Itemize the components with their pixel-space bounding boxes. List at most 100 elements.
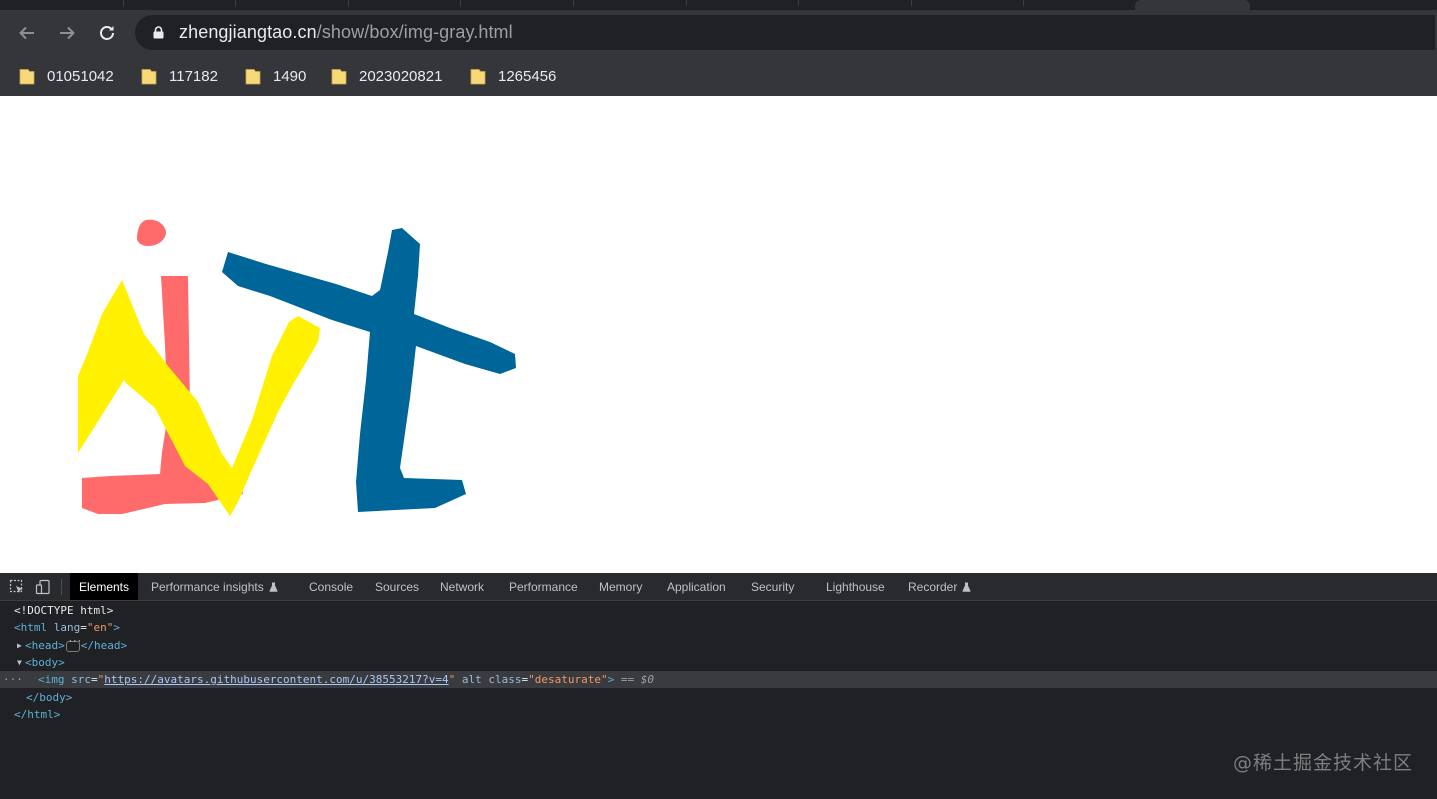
selected-node-marker: == $0 xyxy=(620,673,654,686)
expand-triangle-icon[interactable]: ▶ xyxy=(17,641,25,650)
img-src-attr: src xyxy=(71,673,91,686)
devtools-divider xyxy=(61,579,62,595)
arrow-right-icon xyxy=(60,26,75,40)
tab-label: Recorder xyxy=(908,579,958,594)
img-alt-attr: alt xyxy=(461,673,482,686)
html-close-tag: </html> xyxy=(14,708,61,721)
tab-performance[interactable]: Performance xyxy=(509,573,578,600)
tab-label: Performance xyxy=(509,579,578,594)
active-tab[interactable] xyxy=(1135,0,1250,10)
dom-node-head[interactable]: ▶<head> </head> xyxy=(0,637,1437,654)
tab-label: Sources xyxy=(375,579,420,594)
tab-elements[interactable]: Elements xyxy=(70,573,138,600)
doctype-text: <!DOCTYPE html> xyxy=(14,604,114,617)
html-lang-value: "en" xyxy=(86,621,114,634)
dom-node-body[interactable]: ▼ <body> xyxy=(0,654,1437,671)
address-bar[interactable]: zhengjiangtao.cn/show/box/img-gray.html xyxy=(135,15,1435,50)
tab-separator xyxy=(235,0,236,6)
tab-separator xyxy=(911,0,912,6)
logo-blue-t xyxy=(222,228,516,512)
folder-icon xyxy=(19,68,35,84)
folder-icon xyxy=(470,68,486,84)
collapsed-ellipsis-icon[interactable] xyxy=(65,637,81,652)
img-class-value: "desaturate" xyxy=(528,673,608,686)
tab-separator xyxy=(1023,0,1024,6)
bookmark-label: 117182 xyxy=(169,67,218,85)
head-open-tag: <head> xyxy=(25,639,65,652)
tab-label: Network xyxy=(440,579,485,594)
avatar-logo-image xyxy=(78,219,516,516)
tab-network[interactable]: Network xyxy=(440,573,484,600)
folder-icon xyxy=(141,68,157,84)
folder-icon xyxy=(245,68,261,84)
tab-label: Application xyxy=(667,579,726,594)
tab-separator xyxy=(123,0,124,6)
bookmark-label: 01051042 xyxy=(47,67,114,85)
experiment-flask-icon xyxy=(962,582,971,592)
tab-recorder[interactable]: Recorder xyxy=(908,573,971,600)
tab-application[interactable]: Application xyxy=(667,573,726,600)
tab-security[interactable]: Security xyxy=(751,573,794,600)
tab-label: Memory xyxy=(599,579,643,594)
bookmark-label: 1265456 xyxy=(498,67,557,85)
tab-label: Console xyxy=(309,579,354,594)
tab-separator xyxy=(686,0,687,6)
html-open-tag: <html xyxy=(14,621,48,634)
tab-separator xyxy=(460,0,461,6)
bookmark-folder-1265456[interactable]: 1265456 xyxy=(470,64,556,88)
tab-performance-insights[interactable]: Performance insights xyxy=(151,573,278,600)
bookmarks-bar: 01051042 117182 1490 2023020821 1265456 xyxy=(0,56,1437,96)
page-viewport xyxy=(0,96,1437,573)
dom-node-html-close[interactable]: </html> xyxy=(0,706,1437,723)
logo-red-dot xyxy=(136,219,166,246)
url-path: /show/box/img-gray.html xyxy=(316,22,513,42)
tab-memory[interactable]: Memory xyxy=(599,573,642,600)
dom-node-doctype[interactable]: <!DOCTYPE html> xyxy=(0,602,1437,619)
experiment-flask-icon xyxy=(269,582,278,592)
collapse-triangle-icon[interactable]: ▼ xyxy=(17,658,25,667)
inspect-element-icon[interactable] xyxy=(8,578,26,596)
devtools-panel: Elements Performance insights Console So… xyxy=(0,573,1437,799)
dom-node-body-close[interactable]: </body> xyxy=(0,689,1437,706)
tab-lighthouse[interactable]: Lighthouse xyxy=(826,573,885,600)
watermark-text: @稀土掘金技术社区 xyxy=(1232,752,1413,774)
back-button[interactable] xyxy=(12,18,42,48)
tab-separator xyxy=(573,0,574,6)
body-open-tag: <body> xyxy=(25,656,65,669)
address-url[interactable]: zhengjiangtao.cn/show/box/img-gray.html xyxy=(179,22,513,43)
img-class-attr: class xyxy=(488,673,522,686)
img-src-link[interactable]: https://avatars.githubusercontent.com/u/… xyxy=(104,673,448,686)
tab-separator xyxy=(798,0,799,6)
forward-button[interactable] xyxy=(52,18,82,48)
tab-label: Performance insights xyxy=(151,579,264,594)
body-close-tag: </body> xyxy=(26,691,73,704)
img-open-tag: <img xyxy=(38,673,65,686)
tab-console[interactable]: Console xyxy=(309,573,353,600)
devtools-tabbar: Elements Performance insights Console So… xyxy=(0,573,1437,601)
bookmark-label: 1490 xyxy=(273,67,307,85)
bookmark-label: 2023020821 xyxy=(359,67,443,85)
bookmark-folder-1490[interactable]: 1490 xyxy=(245,64,306,88)
arrow-left-icon xyxy=(19,26,34,40)
more-actions-icon[interactable]: ··· xyxy=(3,673,23,686)
tab-strip xyxy=(0,0,1437,10)
html-lang-attr: lang xyxy=(53,621,81,634)
device-toolbar-icon[interactable] xyxy=(34,578,52,596)
bookmark-folder-2023020821[interactable]: 2023020821 xyxy=(331,64,442,88)
reload-button[interactable] xyxy=(92,18,122,48)
reload-icon xyxy=(100,26,114,40)
tab-label: Security xyxy=(751,579,795,594)
bookmark-folder-117182[interactable]: 117182 xyxy=(141,64,218,88)
head-close-tag: </head> xyxy=(80,639,128,652)
dom-node-img-selected[interactable]: ··· <img src = " https://avatars.githubuserc… xyxy=(0,671,1437,688)
browser-toolbar: zhengjiangtao.cn/show/box/img-gray.html xyxy=(0,10,1437,56)
url-host: zhengjiangtao.cn xyxy=(179,22,317,42)
lock-icon[interactable] xyxy=(151,26,165,40)
dom-node-html[interactable]: <html lang = "en" > xyxy=(0,619,1437,636)
folder-icon xyxy=(331,68,347,84)
tab-label: Elements xyxy=(78,579,130,594)
tab-sources[interactable]: Sources xyxy=(375,573,419,600)
bookmark-folder-01051042[interactable]: 01051042 xyxy=(19,64,114,88)
tab-separator xyxy=(348,0,349,6)
tab-label: Lighthouse xyxy=(826,579,885,594)
